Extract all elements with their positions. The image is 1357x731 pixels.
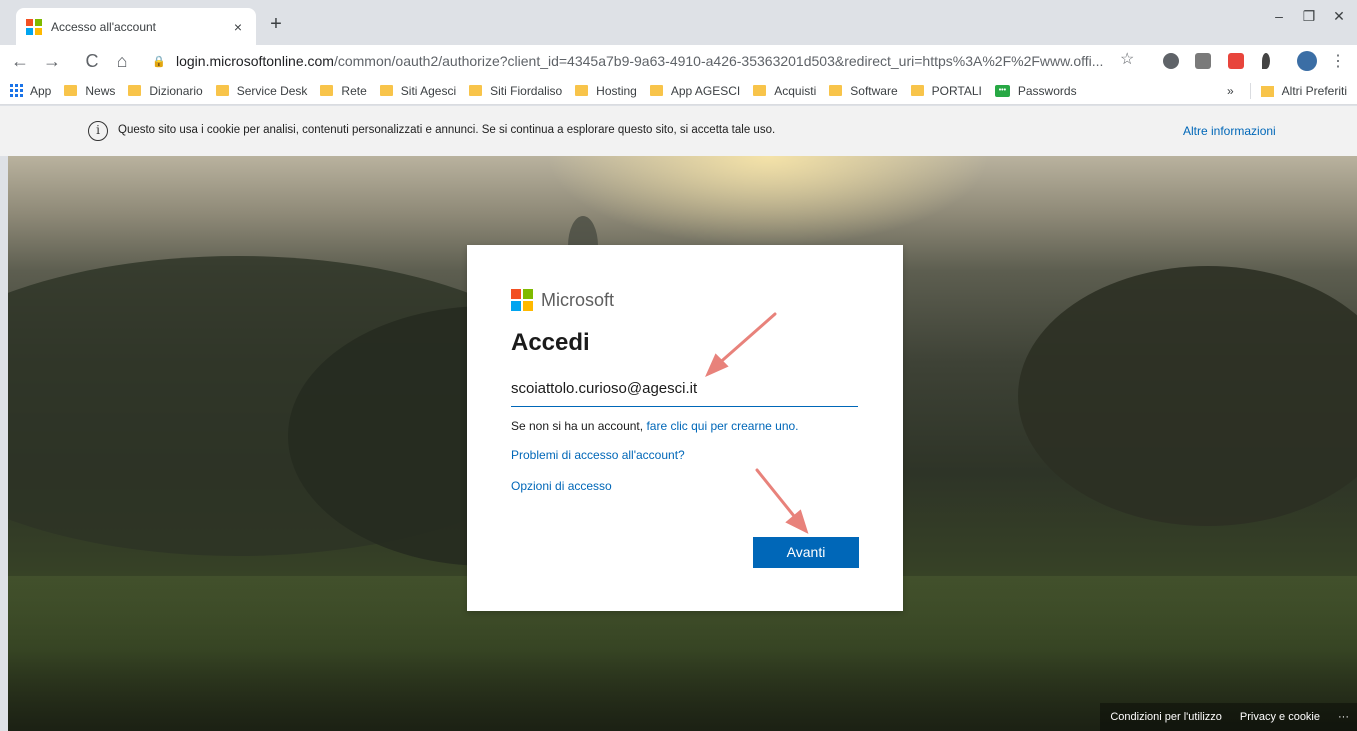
bookmark-label: Acquisti (774, 83, 817, 98)
browser-toolbar: ← → C ⌂ 🔒 login.microsoftonline.com/comm… (0, 45, 1357, 77)
divider (1249, 83, 1251, 99)
avatar[interactable] (1297, 51, 1317, 71)
bookmark-passwords[interactable]: ••• Passwords (994, 83, 1077, 98)
bookmark-folder[interactable]: News (64, 84, 115, 98)
apps-grid-icon (10, 84, 23, 97)
bookmark-label: Rete (341, 83, 367, 98)
bookmark-folder[interactable]: Acquisti (753, 84, 816, 98)
url-path: /common/oauth2/authorize?client_id=4345a… (333, 53, 1104, 69)
cookie-more-info-link[interactable]: Altre informazioni (1183, 124, 1276, 138)
folder-icon (469, 85, 483, 96)
next-button[interactable]: Avanti (753, 537, 859, 568)
bookmark-folder[interactable]: Dizionario (128, 83, 203, 98)
info-icon: i (88, 121, 108, 141)
folder-icon (64, 85, 78, 96)
bookmark-label: PORTALI (931, 83, 982, 98)
bookmark-label: Dizionario (149, 83, 203, 98)
brand-name: Microsoft (541, 289, 615, 310)
bookmark-label: Software (850, 83, 898, 98)
bookmark-folder[interactable]: Hosting (575, 84, 637, 98)
microsoft-logo: Microsoft (511, 289, 859, 311)
bookmark-folder[interactable]: PORTALI (910, 83, 982, 98)
bookmark-folder[interactable]: Siti Agesci (379, 83, 457, 98)
back-button[interactable]: ← (8, 49, 32, 73)
close-window-button[interactable]: ✕ (1324, 8, 1354, 25)
bookmark-label: News (85, 83, 116, 98)
folder-icon (753, 85, 767, 96)
tab-strip: Accesso all'account × + – ❐ ✕ (0, 0, 1357, 45)
folder-icon (320, 85, 334, 96)
bookmarks-bar: App News Dizionario Service Desk Rete Si… (0, 77, 1357, 105)
folder-icon (1260, 85, 1274, 97)
folder-icon (910, 85, 924, 96)
extension-icon[interactable] (1163, 53, 1179, 69)
extension-icon[interactable] (1195, 53, 1211, 69)
bookmark-folder[interactable]: Rete (320, 83, 367, 98)
passwords-icon: ••• (994, 84, 1010, 97)
new-tab-button[interactable]: + (264, 12, 288, 36)
access-problems-link[interactable]: Problemi di accesso all'account? (511, 448, 859, 462)
bookmark-star-icon[interactable]: ☆ (1120, 49, 1134, 69)
cookie-text: Questo sito usa i cookie per analisi, co… (118, 124, 776, 136)
no-account-line: Se non si ha un account, fare clic qui p… (511, 419, 859, 433)
bookmark-apps[interactable]: App (10, 84, 51, 98)
folder-icon (649, 85, 663, 96)
microsoft-favicon-icon (26, 18, 42, 35)
menu-kebab-icon[interactable]: ⋮ (1330, 51, 1346, 71)
terms-link[interactable]: Condizioni per l'utilizzo (1110, 711, 1222, 723)
bookmark-folder[interactable]: Siti Fiordaliso (469, 84, 562, 98)
login-card: Microsoft Accedi Se non si ha un account… (467, 245, 903, 611)
bookmark-label: Siti Fiordaliso (490, 83, 563, 98)
more-options-button[interactable]: ··· (1338, 711, 1349, 723)
tab-title: Accesso all'account (51, 19, 157, 34)
folder-icon (575, 85, 589, 96)
bookmarks-overflow-button[interactable]: » (1227, 84, 1234, 98)
reload-button[interactable]: C (80, 49, 104, 73)
pin-extension-icon[interactable] (1262, 53, 1270, 69)
extension-icon[interactable] (1228, 53, 1244, 69)
bookmark-folder[interactable]: App AGESCI (649, 83, 741, 98)
lock-icon: 🔒 (152, 55, 166, 68)
forward-button[interactable]: → (40, 49, 64, 73)
no-account-text: Se non si ha un account, (511, 419, 644, 433)
page-title: Accedi (511, 329, 590, 356)
home-button[interactable]: ⌂ (110, 49, 134, 73)
bookmark-folder[interactable]: Software (829, 83, 898, 98)
address-bar[interactable]: 🔒 login.microsoftonline.com/common/oauth… (152, 48, 1232, 74)
create-account-link[interactable]: fare clic qui per crearne uno. (646, 419, 798, 433)
folder-icon (829, 85, 843, 96)
minimize-button[interactable]: – (1264, 8, 1294, 24)
bookmark-label: Service Desk (236, 83, 308, 98)
bookmark-label: App (30, 83, 52, 98)
privacy-link[interactable]: Privacy e cookie (1240, 711, 1320, 723)
email-field[interactable] (511, 371, 858, 407)
hill-shape (1018, 266, 1357, 526)
sign-in-options-link[interactable]: Opzioni di accesso (511, 479, 859, 493)
page-footer: Condizioni per l'utilizzo Privacy e cook… (1100, 703, 1357, 731)
bookmark-label: Passwords (1017, 83, 1077, 98)
url-host: login.microsoftonline.com (176, 53, 334, 69)
tab-close-icon[interactable]: × (230, 19, 246, 35)
browser-tab[interactable]: Accesso all'account × (16, 8, 256, 45)
cookie-banner: i Questo sito usa i cookie per analisi, … (0, 106, 1357, 156)
bookmark-other[interactable]: Altri Preferiti (1282, 84, 1347, 98)
folder-icon (379, 85, 393, 96)
folder-icon (128, 85, 142, 96)
bookmark-label: Hosting (596, 83, 637, 98)
microsoft-logo-icon (511, 289, 533, 311)
bookmark-label: Siti Agesci (400, 83, 457, 98)
bookmark-label: App AGESCI (670, 83, 741, 98)
bookmark-folder[interactable]: Service Desk (215, 83, 308, 98)
maximize-button[interactable]: ❐ (1294, 8, 1324, 25)
folder-icon (215, 85, 229, 96)
